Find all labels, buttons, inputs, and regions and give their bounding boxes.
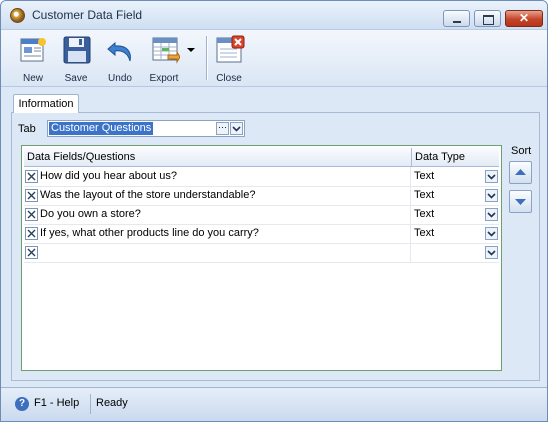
- new-row[interactable]: [24, 243, 499, 263]
- move-down-button[interactable]: [509, 190, 532, 213]
- data-fields-grid[interactable]: Data Fields/Questions Data Type How did …: [21, 145, 502, 371]
- question-cell[interactable]: [40, 243, 411, 262]
- window-title: Customer Data Field: [32, 8, 143, 22]
- move-up-button[interactable]: [509, 161, 532, 184]
- export-dropdown-arrow-icon[interactable]: [187, 48, 195, 52]
- table-row[interactable]: How did you hear about us? Text: [24, 167, 499, 187]
- delete-row-icon[interactable]: [25, 208, 38, 221]
- column-header-data-type[interactable]: Data Type: [412, 148, 499, 166]
- chevron-down-icon[interactable]: [485, 170, 498, 183]
- customer-data-field-window: Customer Data Field ✕ New Save Undo Expo…: [0, 0, 548, 422]
- delete-row-icon[interactable]: [25, 189, 38, 202]
- undo-button[interactable]: Undo: [100, 33, 140, 85]
- window-close-button[interactable]: ✕: [505, 10, 543, 27]
- status-bar: ? F1 - Help Ready: [1, 387, 547, 421]
- tab-information[interactable]: Information: [13, 94, 79, 113]
- toolbar: New Save Undo Export Close: [1, 30, 547, 87]
- chevron-down-icon[interactable]: [485, 246, 498, 259]
- chevron-down-icon[interactable]: [230, 122, 243, 135]
- minimize-button[interactable]: [443, 10, 470, 27]
- save-button[interactable]: Save: [56, 33, 96, 85]
- new-document-icon: [19, 35, 49, 65]
- arrow-down-icon: [515, 199, 526, 205]
- export-spreadsheet-icon: [150, 35, 180, 65]
- close-form-icon: [215, 35, 245, 65]
- question-cell[interactable]: If yes, what other products line do you …: [40, 224, 411, 243]
- arrow-up-icon: [515, 169, 526, 175]
- tab-combo[interactable]: Customer Questions ···: [47, 120, 245, 137]
- title-bar: Customer Data Field ✕: [1, 1, 547, 30]
- close-icon: ✕: [518, 11, 530, 25]
- help-hint: F1 - Help: [34, 397, 80, 409]
- undo-arrow-icon: [106, 35, 136, 65]
- maximize-button[interactable]: [474, 10, 501, 27]
- new-button[interactable]: New: [13, 33, 53, 85]
- delete-row-icon[interactable]: [25, 246, 38, 259]
- delete-row-icon[interactable]: [25, 170, 38, 183]
- close-label: Close: [216, 73, 242, 84]
- help-icon[interactable]: ?: [15, 397, 29, 411]
- chevron-down-icon[interactable]: [485, 189, 498, 202]
- question-cell[interactable]: How did you hear about us?: [40, 167, 411, 186]
- export-button[interactable]: Export: [144, 33, 184, 85]
- tab-field-label: Tab: [18, 123, 36, 135]
- question-cell[interactable]: Was the layout of the store understandab…: [40, 186, 411, 205]
- export-label: Export: [149, 73, 179, 84]
- ellipsis-icon[interactable]: ···: [216, 122, 229, 135]
- table-row[interactable]: Was the layout of the store understandab…: [24, 186, 499, 206]
- grid-header: Data Fields/Questions Data Type: [24, 148, 499, 167]
- data-type-cell[interactable]: Text: [414, 205, 484, 224]
- app-icon: [10, 8, 25, 23]
- table-row[interactable]: If yes, what other products line do you …: [24, 224, 499, 244]
- chevron-down-icon[interactable]: [485, 208, 498, 221]
- data-type-cell[interactable]: Text: [414, 167, 484, 186]
- floppy-disk-icon: [62, 35, 92, 65]
- data-type-cell[interactable]: Text: [414, 186, 484, 205]
- status-text: Ready: [96, 397, 128, 409]
- sort-label: Sort: [511, 145, 532, 157]
- delete-row-icon[interactable]: [25, 227, 38, 240]
- status-separator: [90, 394, 91, 414]
- column-header-questions[interactable]: Data Fields/Questions: [24, 148, 412, 166]
- data-type-cell[interactable]: Text: [414, 224, 484, 243]
- tab-combo-value[interactable]: Customer Questions: [49, 122, 154, 135]
- table-row[interactable]: Do you own a store? Text: [24, 205, 499, 225]
- question-cell[interactable]: Do you own a store?: [40, 205, 411, 224]
- close-button[interactable]: Close: [209, 33, 249, 85]
- chevron-down-icon[interactable]: [485, 227, 498, 240]
- data-type-cell[interactable]: [414, 243, 484, 262]
